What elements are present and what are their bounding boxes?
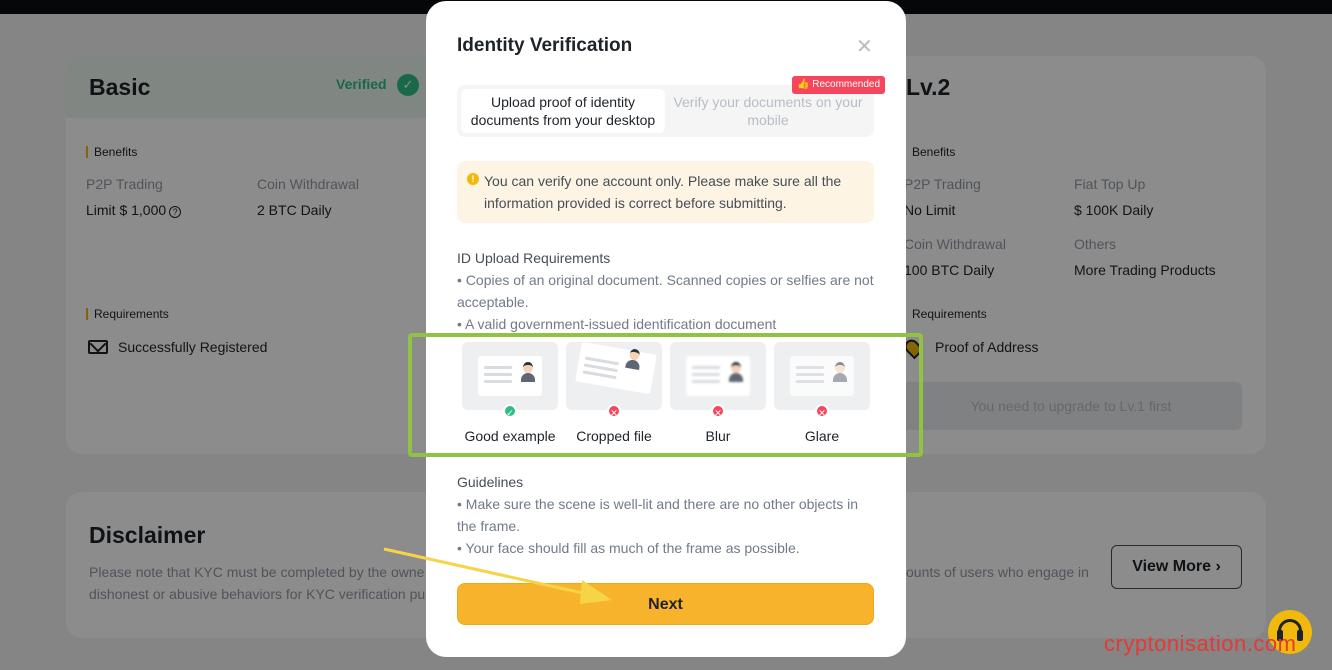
arrow-head [580,580,612,604]
annotation-arrow [383,547,612,604]
arrow-line [383,547,597,598]
watermark: cryptonisation.com [1104,631,1297,656]
